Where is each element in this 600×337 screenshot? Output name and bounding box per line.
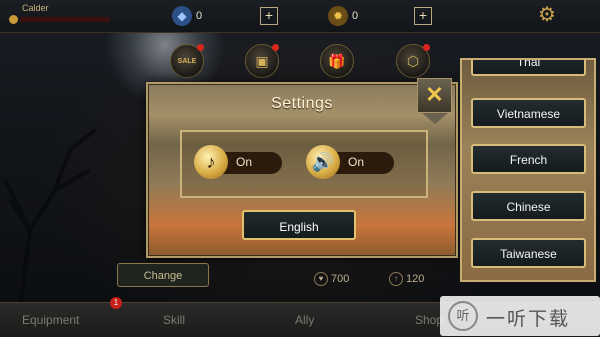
gift-glyph: 🎁 bbox=[328, 52, 346, 69]
hp-value: 700 bbox=[331, 272, 350, 285]
xp-bar bbox=[20, 17, 110, 22]
watermark: 听 一听下载 bbox=[440, 296, 600, 336]
gem-value: 0 bbox=[196, 10, 203, 22]
chest-icon[interactable]: ▣ bbox=[245, 44, 279, 78]
change-button[interactable]: Change bbox=[117, 263, 209, 287]
sale-label: SALE bbox=[177, 57, 197, 65]
language-option-french[interactable]: French bbox=[471, 144, 586, 174]
speaker-icon[interactable]: 🔊 bbox=[306, 145, 340, 179]
music-toggle[interactable]: On ♪ bbox=[194, 145, 284, 179]
notification-dot bbox=[272, 44, 279, 51]
alert-badge: 1 bbox=[110, 297, 122, 309]
tab-equipment[interactable]: Equipment bbox=[22, 313, 79, 327]
coin-icon: ✹ bbox=[328, 6, 348, 26]
dialog-title: Settings bbox=[271, 95, 333, 112]
add-gems-button[interactable]: + bbox=[260, 7, 278, 25]
close-icon: ✕ bbox=[425, 82, 444, 107]
attack-stat: ↑ 120 bbox=[389, 272, 424, 286]
notification-dot bbox=[423, 44, 430, 51]
package-glyph: ⬡ bbox=[406, 52, 420, 69]
language-list-panel[interactable]: Thai Vietnamese French Chinese Taiwanese bbox=[460, 58, 596, 282]
package-icon[interactable]: ⬡ bbox=[396, 44, 430, 78]
music-state-label: On bbox=[236, 155, 253, 169]
add-coins-button[interactable]: + bbox=[414, 7, 432, 25]
coin-value: 0 bbox=[352, 10, 359, 22]
coin-counter: ✹ 0 + bbox=[328, 6, 432, 26]
notification-dot bbox=[197, 44, 204, 51]
sound-state-label: On bbox=[348, 155, 365, 169]
sound-options-panel: On ♪ On 🔊 bbox=[180, 130, 428, 198]
sound-toggle[interactable]: On 🔊 bbox=[306, 145, 396, 179]
close-ribbon-tail bbox=[422, 113, 448, 124]
tab-shop[interactable]: Shop bbox=[415, 313, 443, 327]
close-button[interactable]: ✕ bbox=[417, 78, 452, 124]
heart-icon: ♥ bbox=[314, 272, 328, 286]
language-option-thai[interactable]: Thai bbox=[471, 60, 586, 76]
language-option-taiwanese[interactable]: Taiwanese bbox=[471, 238, 586, 268]
sale-icon[interactable]: SALE bbox=[170, 44, 204, 78]
player-name: Calder bbox=[22, 3, 49, 13]
tab-skill[interactable]: Skill bbox=[163, 313, 185, 327]
watermark-logo-icon: 听 bbox=[448, 301, 478, 331]
gem-icon: ◆ bbox=[172, 6, 192, 26]
chest-glyph: ▣ bbox=[255, 52, 269, 69]
tab-ally[interactable]: Ally bbox=[295, 313, 314, 327]
hp-stat: ♥ 700 bbox=[314, 272, 349, 286]
settings-dialog: Settings On ♪ On 🔊 English bbox=[146, 82, 458, 258]
gift-icon[interactable]: 🎁 bbox=[320, 44, 354, 78]
level-icon bbox=[9, 15, 18, 24]
language-button[interactable]: English bbox=[242, 210, 356, 240]
gear-icon[interactable]: ⚙ bbox=[538, 5, 556, 25]
language-option-chinese[interactable]: Chinese bbox=[471, 191, 586, 221]
arrow-up-icon: ↑ bbox=[389, 272, 403, 286]
top-resource-bar: Calder ◆ 0 + ✹ 0 + ⚙ bbox=[0, 0, 600, 33]
music-note-icon[interactable]: ♪ bbox=[194, 145, 228, 179]
language-option-vietnamese[interactable]: Vietnamese bbox=[471, 98, 586, 128]
gem-counter: ◆ 0 + bbox=[172, 6, 280, 26]
watermark-text: 一听下载 bbox=[486, 308, 571, 330]
attack-value: 120 bbox=[406, 272, 425, 285]
